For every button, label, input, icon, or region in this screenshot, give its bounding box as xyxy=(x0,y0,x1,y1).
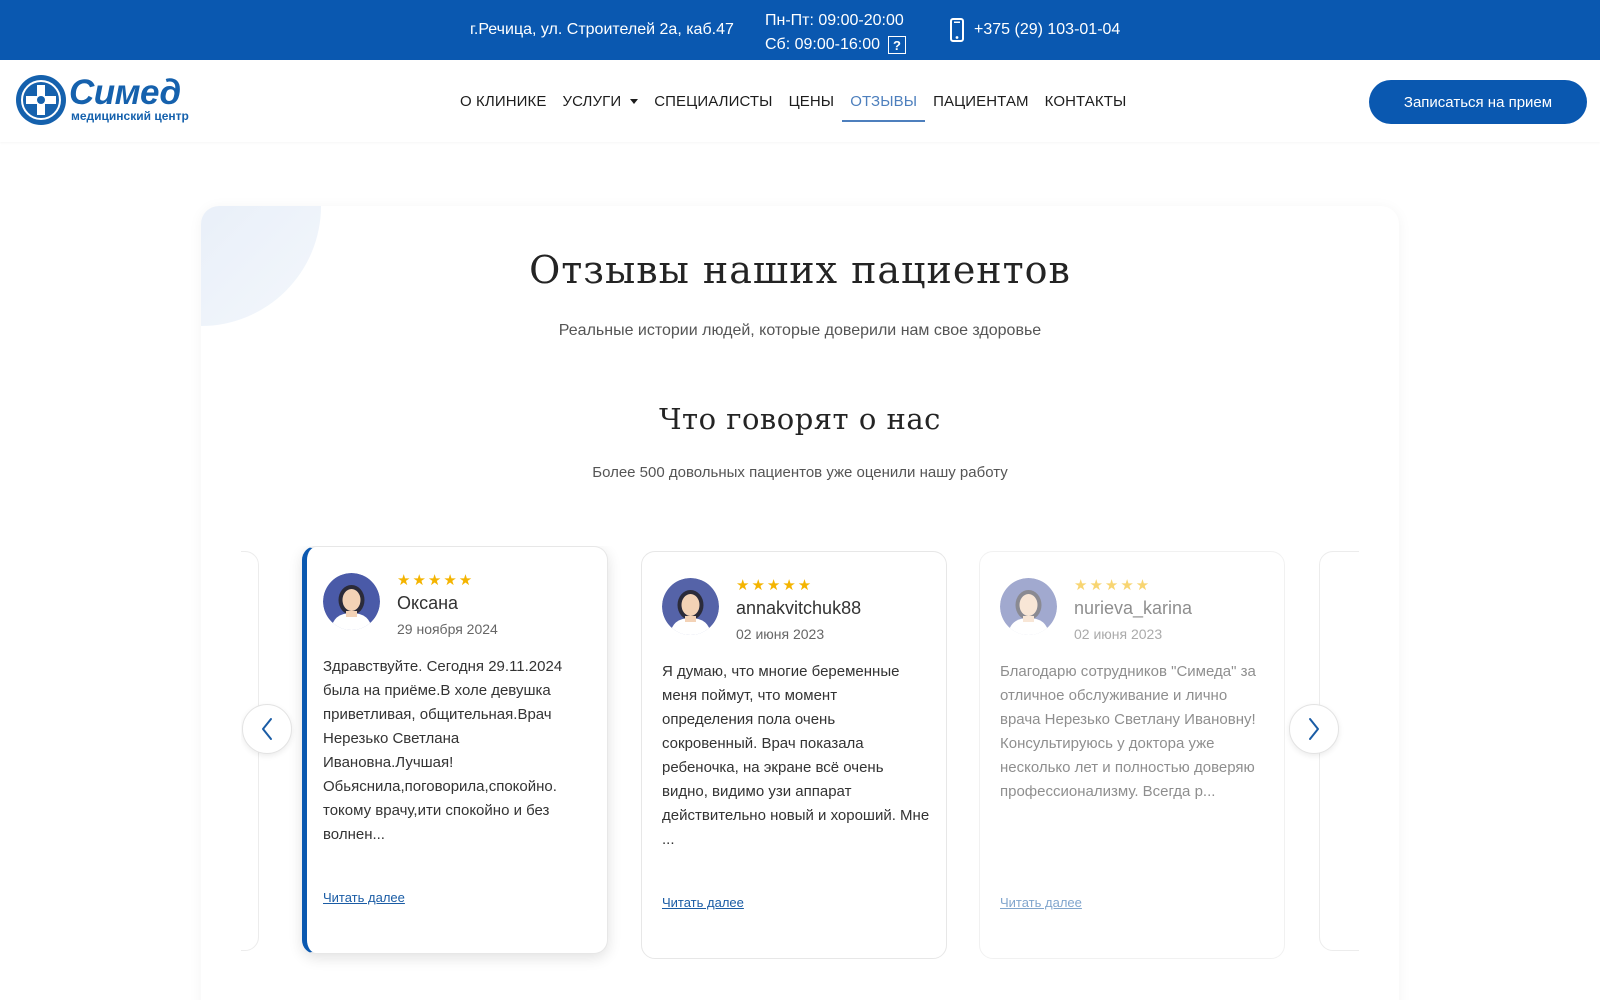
hours-weekdays: Пн-Пт: 09:00-20:00 xyxy=(765,12,904,29)
section-heading: Что говорят о нас xyxy=(659,402,941,436)
working-hours: Пн-Пт: 09:00-20:00 Сб: 09:00-16:00 ? xyxy=(765,9,907,57)
review-date: 29 ноября 2024 xyxy=(397,621,498,637)
question-icon[interactable]: ? xyxy=(888,36,907,54)
section-subheading: Более 500 довольных пациентов уже оценил… xyxy=(592,464,1008,481)
nav-contacts[interactable]: КОНТАКТЫ xyxy=(1045,60,1127,142)
nav-prices[interactable]: ЦЕНЫ xyxy=(789,60,835,142)
read-more-link[interactable]: Читать далее xyxy=(1000,895,1082,910)
read-more-link[interactable]: Читать далее xyxy=(662,895,744,910)
nav-patients[interactable]: ПАЦИЕНТАМ xyxy=(933,60,1029,142)
reviewer-name: annakvitchuk88 xyxy=(736,598,862,618)
rating-stars: ★★★★★ xyxy=(397,572,475,589)
reviewer-avatar xyxy=(1000,578,1057,635)
review-date: 02 июня 2023 xyxy=(1074,626,1163,642)
carousel-prev-button[interactable] xyxy=(242,704,292,754)
review-card: ★★★★★ Оксана 29 ноября 2024 Здравствуйте… xyxy=(302,546,608,954)
chevron-left-icon xyxy=(262,718,272,740)
reviews-panel: Отзывы наших пациентов Реальные истории … xyxy=(201,206,1399,1000)
review-card: ★★★★★ annakvitchuk88 02 июня 2023 Я дума… xyxy=(641,551,947,959)
review-text: Благодарю сотрудников "Симеда" за отличн… xyxy=(1000,663,1256,800)
nav-services[interactable]: УСЛУГИ xyxy=(562,60,639,142)
logo-name: Симед xyxy=(69,73,181,112)
reviewer-name: nurieva_karina xyxy=(1074,598,1193,618)
review-card: ★★★★★ nurieva_karina 02 июня 2023 Благод… xyxy=(979,551,1285,959)
reviews-carousel: ★★★★★ Оксана 29 ноября 2024 Здравствуйте… xyxy=(241,546,1359,1000)
chevron-down-icon xyxy=(630,98,639,104)
review-text: Я думаю, что многие беременные меня пойм… xyxy=(662,663,930,848)
phone-icon xyxy=(950,18,964,42)
rating-stars: ★★★★★ xyxy=(1074,577,1152,594)
nav-services-label: УСЛУГИ xyxy=(562,92,622,110)
rating-stars: ★★★★★ xyxy=(736,577,814,594)
hours-saturday: Сб: 09:00-16:00 xyxy=(765,36,881,53)
read-more-link[interactable]: Читать далее xyxy=(323,890,405,905)
phone-number: +375 (29) 103-01-04 xyxy=(974,21,1121,38)
reviewer-avatar xyxy=(662,578,719,635)
reviewer-name: Оксана xyxy=(397,593,459,613)
top-bar: г.Речица, ул. Строителей 2а, каб.47 Пн-П… xyxy=(0,0,1600,60)
phone-link[interactable]: +375 (29) 103-01-04 xyxy=(950,18,1120,42)
logo-subtitle: медицинский центр xyxy=(71,109,189,123)
reviewer-avatar xyxy=(323,573,380,630)
book-appointment-button[interactable]: Записаться на прием xyxy=(1369,80,1587,124)
clinic-address: г.Речица, ул. Строителей 2а, каб.47 xyxy=(470,21,734,38)
logo-cross-icon xyxy=(16,75,66,125)
page-title: Отзывы наших пациентов xyxy=(529,248,1071,292)
chevron-right-icon xyxy=(1309,718,1319,740)
logo[interactable]: Симед медицинский центр xyxy=(15,74,189,126)
nav-specialists[interactable]: СПЕЦИАЛИСТЫ xyxy=(654,60,772,142)
review-date: 02 июня 2023 xyxy=(736,626,825,642)
carousel-next-button[interactable] xyxy=(1289,704,1339,754)
review-text: Здравствуйте. Сегодня 29.11.2024 была на… xyxy=(323,658,563,843)
nav-reviews[interactable]: ОТЗЫВЫ xyxy=(842,60,925,142)
main-nav: О КЛИНИКЕ УСЛУГИ СПЕЦИАЛИСТЫ ЦЕНЫ ОТЗЫВЫ… xyxy=(460,60,1142,142)
nav-about[interactable]: О КЛИНИКЕ xyxy=(460,60,546,142)
site-header: Симед медицинский центр О КЛИНИКЕ УСЛУГИ… xyxy=(0,60,1600,142)
page-subtitle: Реальные истории людей, которые доверили… xyxy=(558,322,1042,339)
